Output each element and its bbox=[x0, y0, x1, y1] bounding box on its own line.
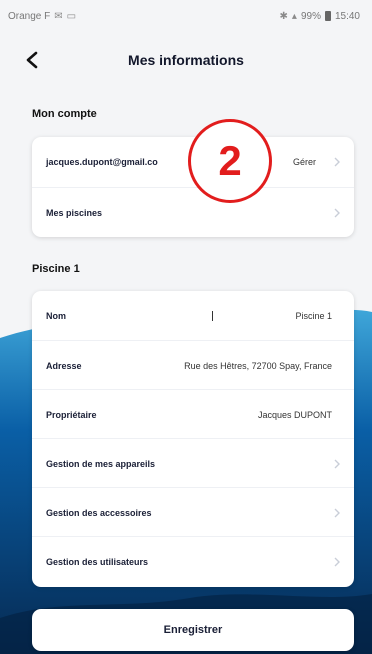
clock: 15:40 bbox=[334, 10, 360, 22]
pool-owner-value: Jacques DUPONT bbox=[257, 409, 332, 420]
signal-icon: ▴ bbox=[291, 10, 297, 22]
battery-icon bbox=[324, 11, 331, 21]
pool-card: Nom Adresse Rue des Hêtres, 72700 Spay, … bbox=[32, 291, 354, 587]
chevron-right-icon bbox=[334, 208, 340, 218]
manage-users-label: Gestion des utilisateurs bbox=[46, 556, 149, 567]
step-callout-badge: 2 bbox=[188, 119, 272, 203]
status-bar: Orange F ✉ ▭ ✱ ▴ 99% 15:40 bbox=[0, 0, 372, 32]
pool-address-row[interactable]: Adresse Rue des Hêtres, 72700 Spay, Fran… bbox=[32, 340, 354, 390]
my-pools-row[interactable]: Mes piscines bbox=[32, 187, 354, 237]
page-title: Mes informations bbox=[128, 52, 244, 68]
account-email: jacques.dupont@gmail.co bbox=[46, 157, 158, 167]
top-bar: Mes informations bbox=[0, 40, 372, 80]
chevron-right-icon bbox=[334, 459, 340, 469]
pool-name-label: Nom bbox=[46, 311, 66, 321]
status-left: Orange F ✉ ▭ bbox=[8, 11, 76, 22]
pool-name-row: Nom bbox=[32, 291, 354, 341]
save-button[interactable]: Enregistrer bbox=[32, 609, 354, 651]
account-section-title: Mon compte bbox=[32, 108, 97, 120]
chevron-right-icon bbox=[334, 508, 340, 518]
message-icon: ✉ bbox=[54, 10, 63, 22]
back-button[interactable] bbox=[18, 46, 46, 74]
bluetooth-icon: ✱ bbox=[279, 10, 288, 22]
manage-users-row[interactable]: Gestion des utilisateurs bbox=[32, 536, 354, 586]
pool-owner-label: Propriétaire bbox=[46, 409, 97, 420]
manage-link[interactable]: Gérer bbox=[293, 157, 316, 167]
manage-accessories-row[interactable]: Gestion des accessoires bbox=[32, 487, 354, 537]
chevron-right-icon bbox=[334, 557, 340, 567]
gallery-icon: ▭ bbox=[66, 10, 77, 22]
status-right: ✱ ▴ 99% 15:40 bbox=[280, 11, 360, 22]
pool-address-value: Rue des Hêtres, 72700 Spay, France bbox=[184, 360, 332, 371]
manage-devices-row[interactable]: Gestion de mes appareils bbox=[32, 438, 354, 488]
manage-devices-label: Gestion de mes appareils bbox=[46, 458, 156, 469]
chevron-left-icon bbox=[26, 51, 38, 69]
carrier-name: Orange F bbox=[8, 10, 51, 22]
my-pools-label: Mes piscines bbox=[46, 207, 103, 218]
pool-owner-row[interactable]: Propriétaire Jacques DUPONT bbox=[32, 389, 354, 439]
pool-address-label: Adresse bbox=[46, 360, 82, 371]
pool-name-input[interactable] bbox=[212, 311, 332, 321]
battery-percent: 99% bbox=[300, 10, 321, 22]
manage-accessories-label: Gestion des accessoires bbox=[46, 507, 152, 518]
chevron-right-icon bbox=[334, 157, 340, 167]
pool-section-title: Piscine 1 bbox=[32, 263, 80, 275]
